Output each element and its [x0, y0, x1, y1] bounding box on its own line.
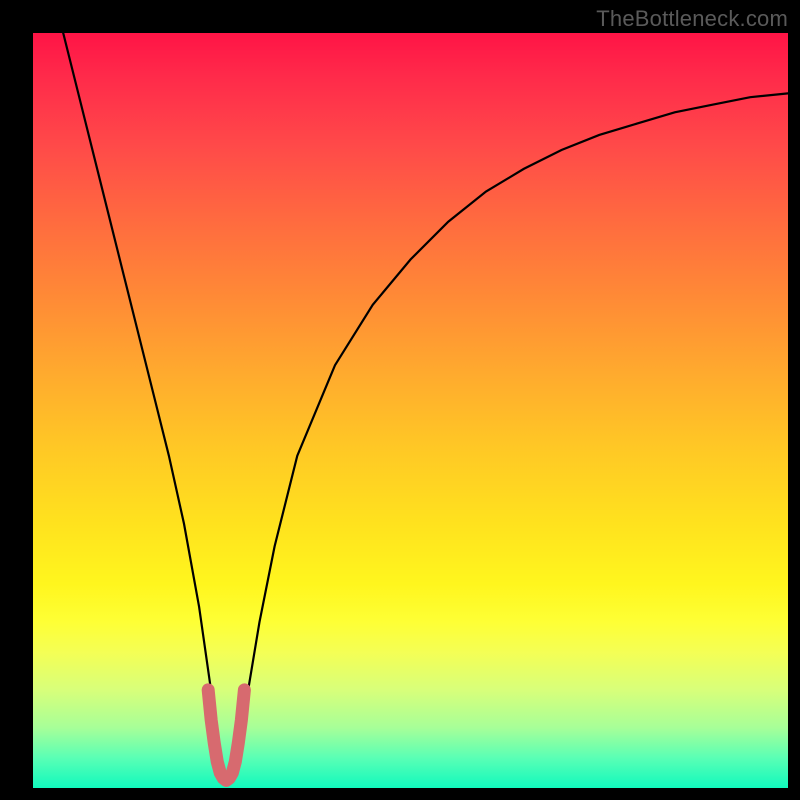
outer-frame: TheBottleneck.com [0, 0, 800, 800]
highlight-bottom [208, 690, 244, 781]
curve-svg [33, 33, 788, 788]
watermark-text: TheBottleneck.com [596, 6, 788, 32]
plot-area [33, 33, 788, 788]
bottleneck-curve [48, 33, 788, 780]
